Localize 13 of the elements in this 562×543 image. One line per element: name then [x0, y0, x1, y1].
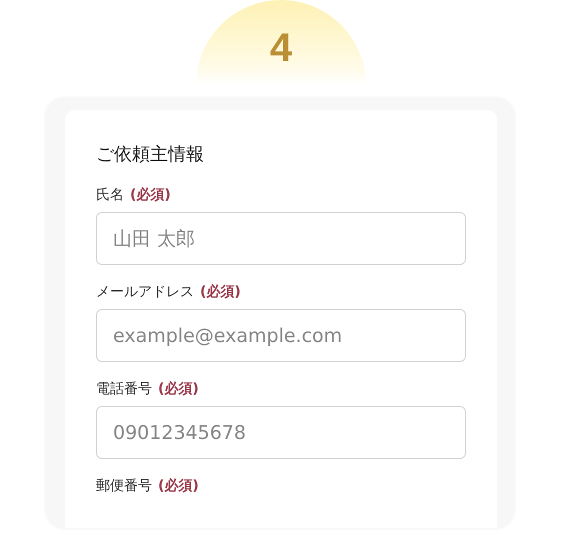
- section-title: ご依頼主情報: [96, 143, 205, 166]
- input-field[interactable]: example@example.com: [96, 309, 466, 362]
- field-label: 電話番号: [96, 380, 152, 398]
- required-label: (必須): [130, 186, 171, 204]
- input-field[interactable]: 09012345678: [96, 406, 466, 459]
- field-label: メールアドレス: [96, 283, 194, 301]
- required-label: (必須): [158, 380, 199, 398]
- input-field[interactable]: 山田 太郎: [96, 212, 466, 265]
- step-number: 4: [268, 26, 294, 71]
- required-label: (必須): [158, 477, 199, 495]
- field-label: 氏名: [96, 186, 124, 204]
- field-label: 郵便番号: [96, 477, 152, 495]
- required-label: (必須): [200, 283, 241, 301]
